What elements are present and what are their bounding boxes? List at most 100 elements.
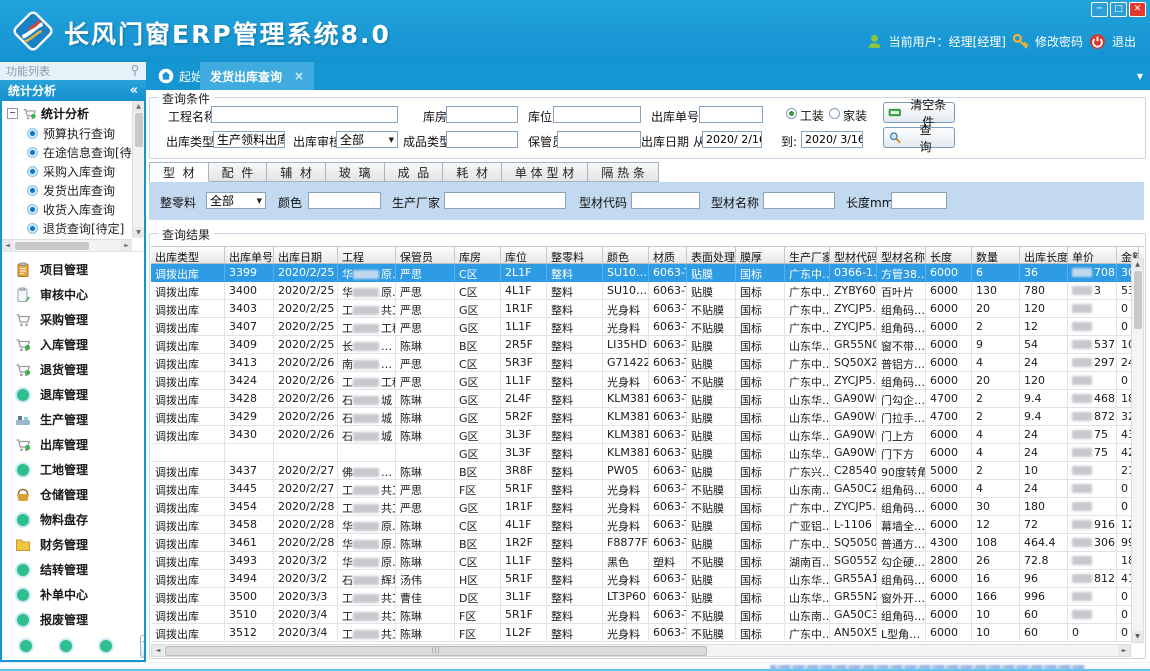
sidebar-menu-item[interactable]: 入库管理 [2,332,144,357]
product-type-input[interactable] [446,131,518,148]
sidebar-menu-item[interactable]: 补单中心 [2,582,144,607]
tree-item[interactable]: 退货查询[待定] [2,219,144,238]
table-vertical-scrollbar[interactable]: ▲ ▼ [1131,258,1144,643]
tree-horizontal-scrollbar[interactable]: ◄ ► [2,239,132,251]
close-window-button[interactable]: ✕ [1129,2,1146,17]
table-row[interactable]: 调拨出库34282020/2/26石城陈琳G区2L4F整料KLM38176063… [151,390,1144,408]
column-header[interactable]: 型材名称 [877,247,926,263]
column-header[interactable]: 出库单号 [225,247,274,263]
jiazhuang-radio[interactable] [829,108,840,119]
date-to-picker[interactable]: 2020/ 3/16▼ [801,131,863,148]
gongzhuang-radio[interactable] [786,108,797,119]
column-header[interactable]: 出库长度 [1020,247,1068,263]
table-row[interactable]: 调拨出库34612020/2/28华原…陈琳B区1R2F整料F8877FT606… [151,534,1144,552]
table-row[interactable]: 调拨出库34302020/2/26石城陈琳G区3L3F整料KLM38176063… [151,426,1144,444]
column-header[interactable]: 工程 [338,247,396,263]
sidebar-menu-item[interactable]: 物料盘存 [2,507,144,532]
tree-root[interactable]: − 统计分析 [2,101,144,124]
scrollbar-thumb[interactable] [135,113,143,147]
table-row[interactable]: 调拨出库34032020/2/25工共工程严思G区1R1F整料光身料6063-T… [151,300,1144,318]
logout-link[interactable]: 退出 [1112,33,1136,50]
column-header[interactable]: 材质 [649,247,687,263]
table-row[interactable]: 调拨出库34292020/2/26石城陈琳G区5R2F整料KLM38176063… [151,408,1144,426]
table-row[interactable]: 调拨出库35122020/3/4工共工程陈琳F区1L2F整料光身料6063-T5… [151,624,1144,642]
warehouse-input[interactable] [446,106,518,123]
scrollbar-thumb[interactable] [15,242,89,250]
maximize-button[interactable]: □ [1110,2,1127,17]
tree-item[interactable]: 采购入库查询 [2,162,144,181]
table-row[interactable]: 调拨出库34092020/2/25长…陈琳B区2R5F整料LI35HD6063-… [151,336,1144,354]
tree-expander-icon[interactable]: − [7,108,18,119]
sidebar-menu-item[interactable]: 采购管理 [2,307,144,332]
column-header[interactable]: 整零料 [547,247,603,263]
table-row[interactable]: 调拨出库35002020/3/3工共工程曹佳D区3L1F整料LT3P606063… [151,588,1144,606]
scroll-up-icon[interactable]: ▲ [133,101,144,112]
scrollbar-thumb[interactable] [1134,271,1142,329]
table-row[interactable]: 调拨出库34542020/2/28工共工程严思G区1R1F整料光身料6063-T… [151,498,1144,516]
close-tab-icon[interactable]: × [294,69,304,83]
column-header[interactable]: 保管员 [396,247,455,263]
table-row[interactable]: 调拨出库34002020/2/25华原…严思C区4L1F整料SU10…6063-… [151,282,1144,300]
table-row[interactable]: 调拨出库34452020/2/27工共工程严思F区5R1F整料光身料6063-T… [151,480,1144,498]
tree-vertical-scrollbar[interactable]: ▲ ▼ [132,101,144,238]
order-no-input[interactable] [699,106,763,123]
search-button[interactable]: 查 询 [883,127,955,148]
sidebar-menu-item[interactable]: 退货管理 [2,357,144,382]
material-tab[interactable]: 辅 材 [267,162,326,182]
profile-code-input[interactable] [631,192,700,209]
length-input[interactable] [891,192,947,209]
material-tab[interactable]: 型 材 [149,162,209,182]
column-header[interactable]: 库房 [455,247,501,263]
scroll-left-icon[interactable]: ◄ [152,645,164,656]
column-header[interactable]: 生产厂家 [785,247,830,263]
table-row[interactable]: 调拨出库34932020/3/2华原…陈琳C区1L1F整料黑色塑料不贴膜国标湖南… [151,552,1144,570]
sidebar-menu-item[interactable]: 退库管理 [2,382,144,407]
table-row[interactable]: 调拨出库34942020/3/2石辉城汤伟H区5R1F整料光身料6063-T5贴… [151,570,1144,588]
sidebar-menu-item[interactable]: 生产管理 [2,407,144,432]
sidebar-menu-item[interactable]: 项目管理 [2,257,144,282]
out-type-select[interactable]: 生产领料出库▼ [213,131,285,148]
scroll-down-icon[interactable]: ▼ [1132,631,1143,642]
collapse-icon[interactable]: « [130,83,138,98]
sidebar-menu-item[interactable]: 工地管理 [2,457,144,482]
table-row[interactable]: 调拨出库35102020/3/4工共工程陈琳F区5R1F整料光身料6063-T5… [151,606,1144,624]
sidebar-menu-item[interactable]: 报废管理 [2,607,144,632]
tree-item[interactable]: 收货入库查询 [2,200,144,219]
scroll-left-icon[interactable]: ◄ [2,240,13,251]
whole-piece-select[interactable]: 全部▼ [206,192,266,209]
change-password-link[interactable]: 修改密码 [1035,33,1083,50]
profile-name-input[interactable] [763,192,835,209]
project-name-input[interactable] [211,106,398,123]
location-input[interactable] [553,106,641,123]
table-row[interactable]: 调拨出库34072020/2/25工工程严思G区1L1F整料光身料6063-T5… [151,318,1144,336]
column-header[interactable]: 库位 [501,247,547,263]
material-tab[interactable]: 成 品 [385,162,444,182]
manufacturer-input[interactable] [444,192,566,209]
sidebar-menu-item[interactable]: 仓储管理 [2,482,144,507]
material-tab[interactable]: 玻 璃 [326,162,385,182]
tree-item[interactable]: 在途信息查询[待 [2,143,144,162]
green-circle-icon[interactable] [100,640,112,652]
color-input[interactable] [308,192,381,209]
date-from-picker[interactable]: 2020/ 2/16▼ [702,131,762,148]
statistics-group-header[interactable]: 统计分析 « [0,80,146,101]
pin-icon[interactable] [130,65,140,77]
scrollbar-thumb[interactable]: ||| [165,646,707,656]
keeper-input[interactable] [557,131,641,148]
table-row[interactable]: 调拨出库33992020/2/25华原…严思C区2L1F整料SU10…6063-… [151,264,1144,282]
scroll-right-icon[interactable]: ► [1118,645,1130,656]
column-header[interactable]: 膜厚 [736,247,785,263]
table-row[interactable]: 调拨出库34132020/2/26南…严思C区5R3F整料G714226063-… [151,354,1144,372]
sidebar-menu-item[interactable]: 结转管理 [2,557,144,582]
column-header[interactable]: 颜色 [603,247,649,263]
column-header[interactable]: 出库日期 [274,247,338,263]
tab-overflow-caret-icon[interactable]: ▼ [1137,72,1143,81]
column-header[interactable]: 单价 [1068,247,1117,263]
audit-select[interactable]: 全部▼ [336,131,398,148]
table-row[interactable]: 调拨出库34372020/2/27佛…陈琳B区3R8F整料PW056063-T5… [151,462,1144,480]
green-circle-icon[interactable] [20,640,32,652]
sidebar-menu-item[interactable]: 审核中心 [2,282,144,307]
tab-shipment-outbound-query[interactable]: 发货出库查询 × [200,62,314,90]
table-row[interactable]: 调拨出库34242020/2/26工工程严思G区1L1F整料光身料6063-T5… [151,372,1144,390]
minimize-button[interactable]: ─ [1091,2,1108,17]
